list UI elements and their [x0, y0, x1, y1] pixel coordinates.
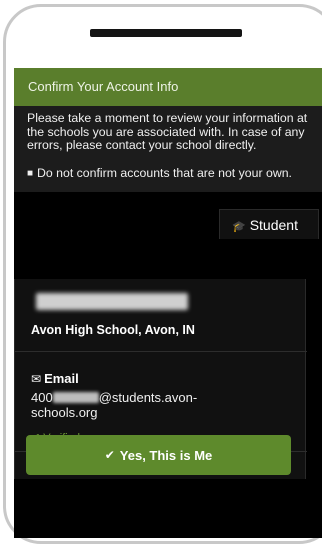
email-label: ✉ Email [31, 371, 79, 386]
email-label-text: Email [44, 371, 79, 386]
envelope-icon: ✉ [31, 372, 42, 386]
phone-speaker [90, 29, 242, 37]
info-message: Please take a moment to review your info… [27, 111, 308, 152]
bullet-icon: ■ [27, 167, 34, 179]
redacted-email-part [52, 392, 99, 403]
info-panel: Please take a moment to review your info… [14, 106, 322, 192]
email-value: 400 @students.avon-schools.org [31, 390, 251, 420]
page-header: Confirm Your Account Info [14, 68, 322, 106]
confirm-button-label: Yes, This is Me [119, 447, 213, 463]
tab-student[interactable]: 🎓 Student [219, 209, 319, 239]
tab-student-label: Student [249, 217, 298, 233]
tab-row: 🎓 Student [14, 192, 322, 239]
warning-bullet: ■ Do not confirm accounts that are not y… [27, 165, 322, 181]
email-prefix: 400 [31, 390, 53, 405]
graduation-cap-icon: 🎓 [232, 221, 246, 233]
school-name: Avon High School, Avon, IN [31, 323, 195, 337]
confirm-button[interactable]: ✔ Yes, This is Me [26, 435, 291, 475]
divider [15, 351, 307, 352]
redacted-name [36, 293, 188, 310]
check-icon: ✔ [104, 448, 115, 462]
page-title: Confirm Your Account Info [28, 79, 179, 94]
bullet-text: Do not confirm accounts that are not you… [37, 165, 292, 180]
